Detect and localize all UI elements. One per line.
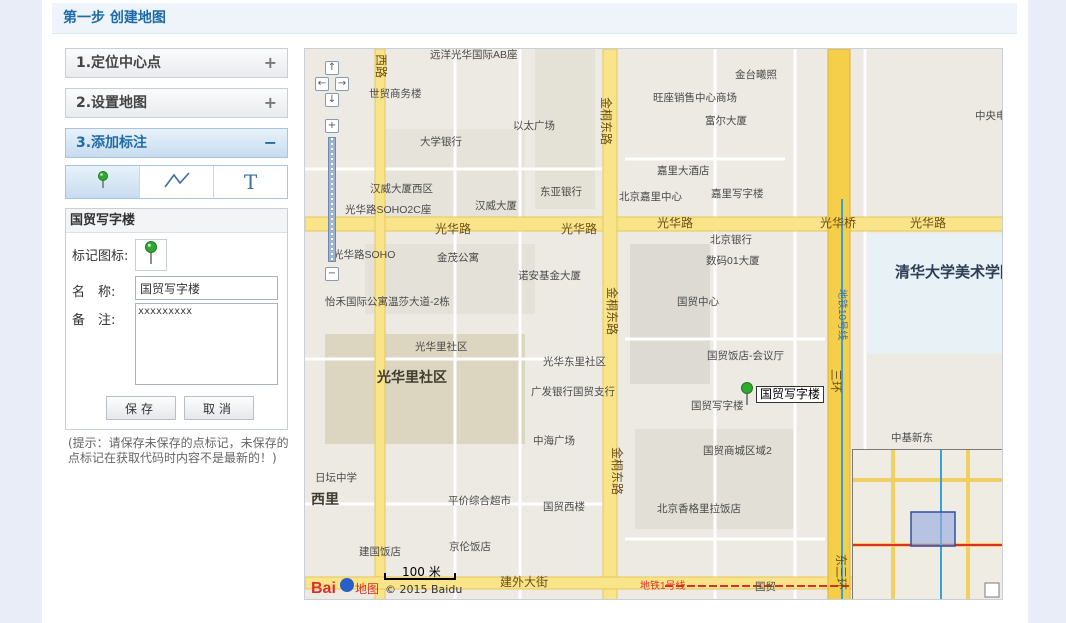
road-label: 地铁10号线: [836, 289, 849, 340]
zoom-in-icon[interactable]: +: [325, 119, 339, 133]
poi-label: 国贸写字楼: [691, 399, 744, 412]
poi-label: 汉威大厦西区: [370, 182, 433, 195]
accordion-label: 1.定位中心点: [76, 55, 162, 71]
poi-label: 旺座销售中心商场: [653, 91, 737, 104]
accordion-map-settings[interactable]: 2.设置地图 +: [65, 88, 288, 118]
pan-up-icon[interactable]: ↑: [325, 61, 339, 75]
poi-label: 嘉里写字楼: [711, 187, 764, 200]
note-textarea[interactable]: xxxxxxxxx: [135, 303, 278, 385]
poi-label: 广发银行国贸支行: [531, 385, 615, 398]
svg-text:地图: 地图: [355, 582, 379, 596]
text-tool-icon: T: [243, 170, 258, 194]
poi-label: 中基新东: [891, 431, 933, 444]
poi-label: 光华东里社区: [543, 355, 606, 368]
poi-label: 远洋光华国际AB座: [430, 49, 518, 61]
poi-label: 东亚银行: [540, 185, 582, 198]
text-tool-button[interactable]: T: [214, 166, 287, 198]
expand-icon: +: [263, 53, 277, 72]
save-button[interactable]: 保存: [106, 396, 176, 420]
road-label: 光华路: [657, 215, 693, 230]
pan-right-icon[interactable]: →: [335, 77, 349, 91]
zoom-out-icon[interactable]: −: [325, 267, 339, 281]
save-tip-text: (提示：请保存未保存的点标记，未保存的点标记在获取代码时内容不是最新的！): [68, 436, 289, 465]
accordion-label: 2.设置地图: [76, 95, 148, 111]
zoom-slider[interactable]: [328, 137, 336, 262]
poi-label: 诺安基金大厦: [518, 269, 581, 282]
road-label: 建外大街: [500, 575, 548, 589]
step-title: 第一步 创建地图: [52, 3, 1017, 34]
polyline-icon: [163, 171, 191, 193]
name-input[interactable]: [135, 276, 278, 300]
poi-label: 国贸饭店-会议厅: [707, 349, 784, 362]
poi-label: 中海广场: [533, 434, 575, 447]
poi-label: 富尔大厦: [705, 114, 747, 127]
road-label: 三环: [829, 369, 843, 393]
poi-label: 日坛中学: [315, 471, 357, 484]
overview-minimap[interactable]: [852, 449, 1002, 599]
marker-icon-picker[interactable]: [135, 239, 167, 271]
poi-label: 北京香格里拉饭店: [657, 502, 741, 515]
marker-pin-icon: [144, 241, 158, 269]
icon-field-label: 标记图标:: [72, 249, 129, 264]
baidu-logo: Bai 地图: [309, 575, 383, 599]
pan-left-icon[interactable]: ←: [315, 77, 329, 91]
poi-label: 京伦饭店: [449, 540, 491, 553]
poi-label: 国贸西楼: [543, 500, 585, 513]
road-label: 金桐东路: [610, 447, 625, 495]
zoom-control: ↑ ← → ↓ + −: [315, 59, 359, 289]
polyline-tool-button[interactable]: [140, 166, 214, 198]
page-container: 第一步 创建地图 1.定位中心点 + 2.设置地图 + 3.添加标注 − T 国…: [42, 0, 1028, 623]
poi-label: 世贸商务楼: [369, 87, 422, 100]
note-field-label: 备 注:: [72, 313, 116, 328]
road-label: 光华路: [435, 221, 471, 236]
accordion-label: 3.添加标注: [76, 135, 148, 151]
poi-label: 平价综合超市: [448, 494, 511, 507]
accordion-add-annotation[interactable]: 3.添加标注 −: [65, 128, 288, 158]
name-field-label: 名 称:: [72, 285, 116, 300]
area-label: 光华里社区: [376, 369, 447, 385]
svg-text:Bai: Bai: [311, 580, 336, 597]
road-label: 东三环: [834, 554, 848, 590]
road-label: 金桐东路: [599, 97, 614, 145]
map-copyright: © 2015 Baidu: [385, 583, 463, 596]
poi-label: 北京嘉里中心: [619, 190, 682, 203]
poi-label: 嘉里大酒店: [657, 164, 710, 177]
poi-label: 北京银行: [710, 233, 752, 246]
marker-tool-button[interactable]: [66, 166, 140, 198]
poi-label: 汉威大厦: [475, 199, 517, 212]
area-label: 清华大学美术学院: [895, 263, 1003, 281]
poi-label: 国贸中心: [677, 295, 719, 308]
poi-label: 以太广场: [513, 119, 555, 132]
road-label: 光华路: [561, 221, 597, 236]
road-label: 金桐东路: [605, 287, 620, 335]
accordion-locate-center[interactable]: 1.定位中心点 +: [65, 48, 288, 78]
poi-label: 金茂公寓: [437, 251, 479, 264]
road-label: 西路: [374, 54, 389, 78]
cancel-button[interactable]: 取消: [184, 396, 254, 420]
poi-label: 数码01大厦: [706, 254, 760, 267]
poi-label: 建国饭店: [359, 545, 401, 558]
poi-label: 大学银行: [420, 135, 462, 148]
poi-label: 国贸: [755, 581, 776, 593]
scale-label: 100 米: [402, 565, 441, 579]
marker-pin-icon: [97, 171, 109, 193]
poi-label: 金台曦照: [735, 68, 777, 81]
map-view[interactable]: 光华路 光华路 光华桥 光华路 光华路 金桐东路 金桐东路 金桐东路 建外大街 …: [304, 48, 1003, 600]
marker-editor-panel: 国贸写字楼 标记图标: 名 称: 备 注: xxxxxxxxx 保存 取消: [65, 208, 288, 430]
expand-icon: +: [263, 93, 277, 112]
road-label: 地铁1号线: [640, 579, 686, 592]
poi-label: 国贸商城区域2: [703, 444, 772, 457]
marker-label[interactable]: 国贸写字楼: [756, 386, 825, 403]
poi-label: 中央电: [975, 109, 1003, 122]
road-label: 光华路: [910, 215, 946, 230]
pan-down-icon[interactable]: ↓: [325, 93, 339, 107]
editor-title: 国贸写字楼: [66, 209, 287, 233]
area-label: 西里: [311, 491, 339, 507]
collapse-icon: −: [263, 133, 277, 152]
road-label: 光华桥: [820, 216, 856, 230]
poi-label: 怡禾国际公寓温莎大道-2栋: [325, 295, 450, 308]
poi-label: 光华里社区: [415, 340, 468, 353]
annotation-toolbar: T: [65, 165, 288, 199]
